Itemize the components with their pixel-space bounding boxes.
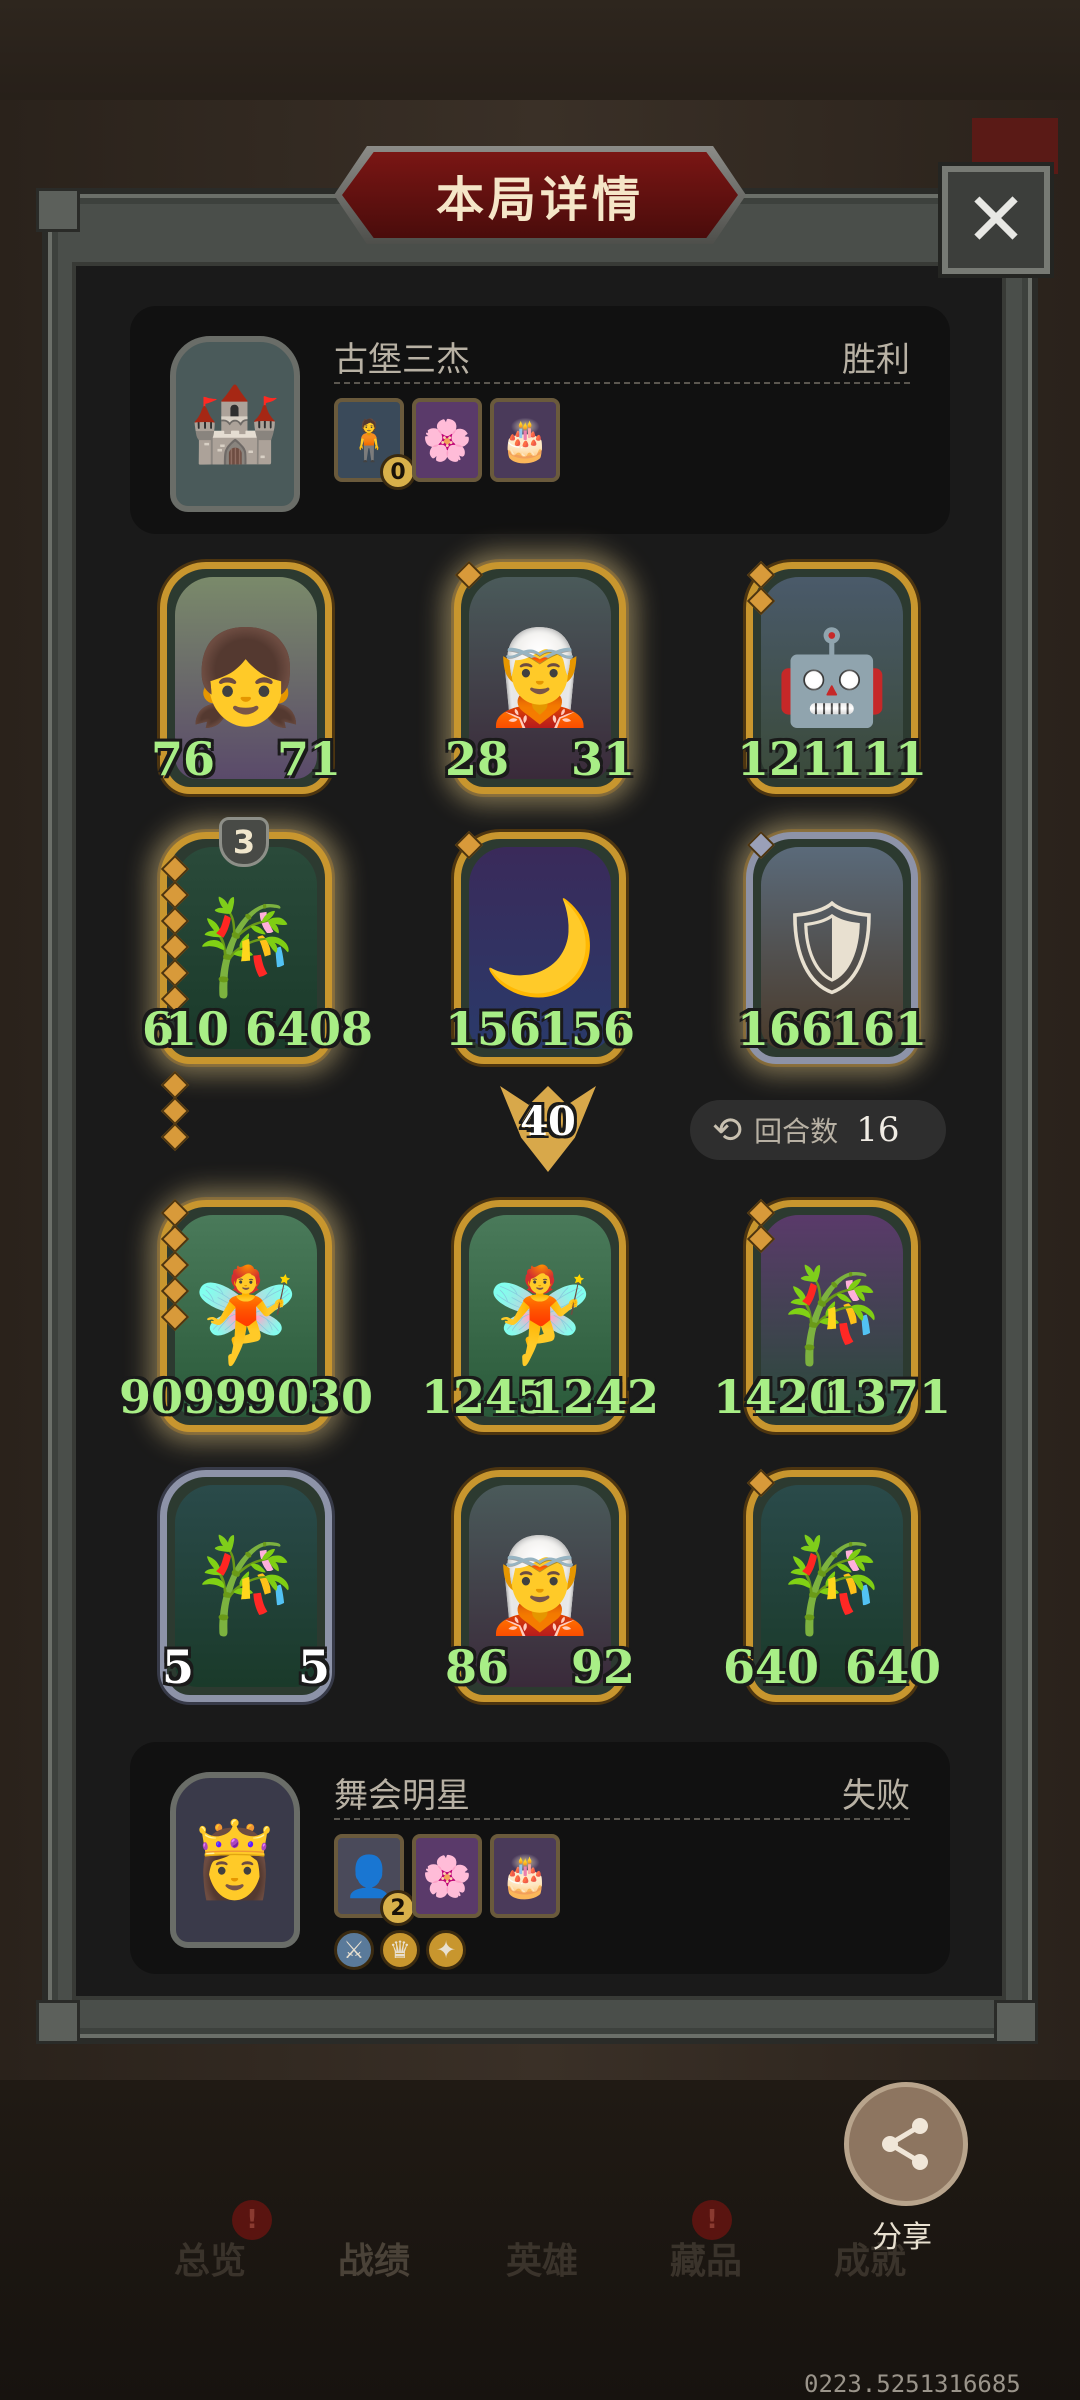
minion-attack: 166 — [737, 1002, 834, 1057]
bottom-player-name: 舞会明星 — [334, 1776, 470, 1816]
bottom-player-trinket[interactable]: 🌸 — [412, 1834, 482, 1918]
title-banner: 本局详情 — [342, 152, 738, 238]
minion-health: 10 6408 — [164, 1002, 373, 1057]
minion-health: 111 — [830, 732, 927, 787]
minion-card[interactable]: 🎋 640 640 — [723, 1468, 941, 1702]
tab-heroes[interactable]: 英雄 — [506, 2232, 578, 2284]
minion-health: 71 — [276, 732, 341, 787]
minion-card[interactable]: 🧝 28 31 — [445, 560, 635, 794]
ball-star-avatar-icon: 👸 — [188, 1816, 282, 1903]
frame-corner — [36, 2000, 80, 2044]
minion-attack: 156 — [445, 1002, 542, 1057]
turn-label: 回合数 — [754, 1115, 839, 1148]
top-player-trinket[interactable]: 🎂 — [490, 398, 560, 482]
minion-attack: 28 — [445, 732, 510, 787]
tab-collection[interactable]: 藏品 — [670, 2232, 742, 2284]
turn-counter: ⟲ 回合数 16 — [690, 1100, 946, 1160]
minion-attack: 121 — [737, 732, 834, 787]
tab-record[interactable]: 战绩 — [338, 2232, 410, 2284]
castle-trio-avatar-icon: 🏰 — [188, 380, 282, 467]
bottom-player-result: 失败 — [842, 1776, 910, 1816]
minion-card[interactable]: 🤖 121 111 — [737, 560, 927, 794]
minion-card[interactable]: 🎋 1420 1371 — [713, 1198, 951, 1432]
minion-card[interactable]: 🎋 5 5 — [151, 1470, 341, 1702]
minion-health: 156 — [538, 1002, 635, 1057]
top-player-item[interactable]: 🧍 0 — [334, 398, 416, 490]
share-button[interactable] — [844, 2082, 968, 2206]
divider — [334, 1818, 910, 1820]
minion-attack: 640 — [723, 1640, 820, 1695]
minion-health: 1371 — [822, 1370, 951, 1425]
item-count-badge: 2 — [380, 1890, 416, 1926]
flame-buff-icon[interactable]: ✦ — [426, 1930, 466, 1970]
level-badge: 3 — [219, 817, 269, 867]
minion-card[interactable]: 👧 76 71 — [151, 562, 341, 794]
minion-card[interactable]: 🧝 86 92 — [445, 1470, 635, 1702]
minion-health: 161 — [830, 1002, 927, 1057]
version-text: 0223.5251316685 — [804, 2370, 1021, 2398]
share-label: 分享 — [872, 2220, 932, 2255]
minion-attack: 86 — [445, 1640, 510, 1695]
top-player-name: 古堡三杰 — [334, 340, 470, 380]
minion-attack: 1245 — [421, 1370, 550, 1425]
minion-health: 5 — [287, 1637, 341, 1697]
bottom-player-trinket[interactable]: 🎂 — [490, 1834, 560, 1918]
minion-card[interactable]: 🌙 156 156 — [445, 830, 635, 1064]
minion-health: 640 — [844, 1640, 941, 1695]
minion-attack: 76 — [151, 732, 216, 787]
share-icon — [882, 2118, 928, 2170]
minion-attack: 1420 — [713, 1370, 842, 1425]
refresh-icon: ⟲ — [712, 1109, 743, 1151]
minion-health: 31 — [570, 732, 635, 787]
tab-overview[interactable]: 总览 — [174, 2232, 246, 2284]
minion-card[interactable]: 🧚 9099 9030 — [119, 1198, 373, 1432]
bottom-player-panel: 👸 舞会明星 失败 👤 2 🌸 🎂 ⚔ ♛ ✦ — [130, 1742, 950, 1974]
cake-icon: 🎂 — [500, 417, 550, 464]
flower-icon: 🌸 — [422, 417, 472, 464]
minion-health: 9030 — [244, 1370, 373, 1425]
divider — [334, 382, 910, 384]
top-player-panel: 🏰 古堡三杰 胜利 🧍 0 🌸 🎂 — [130, 306, 950, 534]
item-count-badge: 0 — [380, 454, 416, 490]
cake-icon: 🎂 — [500, 1853, 550, 1900]
top-player-avatar[interactable]: 🏰 — [170, 336, 300, 512]
minion-attack: 9099 — [119, 1370, 248, 1425]
top-player-result: 胜利 — [842, 340, 910, 380]
top-player-trinket[interactable]: 🌸 — [412, 398, 482, 482]
minion-health: 1242 — [530, 1370, 659, 1425]
minion-attack: 5 — [151, 1637, 205, 1697]
flower-icon: 🌸 — [422, 1853, 472, 1900]
close-button[interactable]: ✕ — [942, 166, 1050, 274]
frame-corner — [36, 188, 80, 232]
minion-card[interactable]: 🧚 1245 1242 — [421, 1200, 659, 1432]
minion-health: 92 — [570, 1640, 635, 1695]
minion-card[interactable]: 🎋 3 6 10 6408 — [142, 817, 373, 1152]
frame-corner — [994, 2000, 1038, 2044]
page-title: 本局详情 — [435, 172, 644, 228]
sword-buff-icon[interactable]: ⚔ — [334, 1930, 374, 1970]
bottom-player-item[interactable]: 👤 2 — [334, 1834, 416, 1926]
close-icon: ✕ — [964, 177, 1027, 263]
bottom-player-avatar[interactable]: 👸 — [170, 1772, 300, 1948]
crown-buff-icon[interactable]: ♛ — [380, 1930, 420, 1970]
minion-card[interactable]: 🛡 166 161 — [737, 830, 927, 1064]
turn-value: 16 — [856, 1110, 900, 1150]
damage-value: 40 — [520, 1098, 576, 1145]
